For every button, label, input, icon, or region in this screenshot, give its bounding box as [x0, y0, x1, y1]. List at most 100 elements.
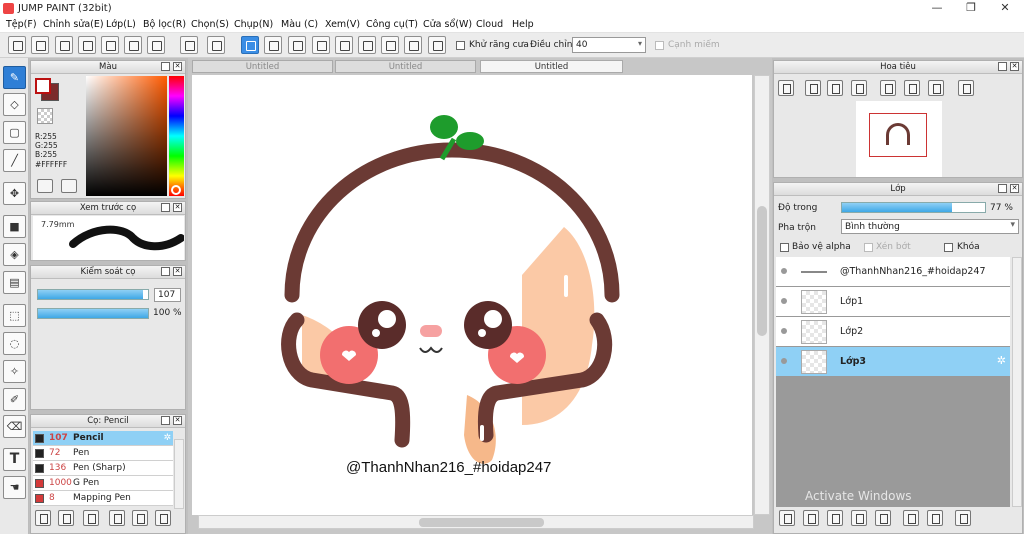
- close-button[interactable]: ✕: [988, 0, 1022, 17]
- menu-cloud[interactable]: Cloud: [476, 19, 503, 30]
- hatch-icon[interactable]: [264, 36, 282, 54]
- merge-layer-icon[interactable]: [927, 510, 943, 526]
- menu-file[interactable]: Tệp(F): [6, 19, 37, 30]
- palette-edit-icon[interactable]: [61, 179, 77, 193]
- grid-icon[interactable]: [147, 36, 165, 54]
- reset-view-icon[interactable]: [904, 80, 920, 96]
- concentric-icon[interactable]: [358, 36, 376, 54]
- hue-slider[interactable]: [169, 76, 184, 196]
- dock-icon[interactable]: [998, 62, 1007, 71]
- close-icon[interactable]: ✕: [1010, 184, 1019, 193]
- maximize-button[interactable]: ❐: [954, 0, 988, 17]
- tab-untitled-3[interactable]: Untitled: [480, 60, 623, 73]
- chat-icon[interactable]: [55, 36, 73, 54]
- zoom-plus-icon[interactable]: [805, 80, 821, 96]
- brush-item-pencil[interactable]: 107 Pencil ✲: [33, 431, 173, 446]
- dock-icon[interactable]: [161, 203, 170, 212]
- layer-row-lop2[interactable]: Lớp2: [776, 317, 1010, 347]
- rotate-right-icon[interactable]: [928, 80, 944, 96]
- dock-icon[interactable]: [161, 267, 170, 276]
- antialias-checkbox[interactable]: [456, 41, 465, 50]
- menu-layer[interactable]: Lớp(L): [106, 19, 136, 30]
- menu-window[interactable]: Cửa sổ(W): [423, 19, 472, 30]
- magic-wand-tool-icon[interactable]: ✧: [3, 360, 26, 383]
- vertical-scrollbar[interactable]: [754, 75, 770, 515]
- navigator-preview[interactable]: [856, 101, 942, 177]
- new-vector-layer-icon[interactable]: [827, 510, 843, 526]
- page-icon[interactable]: [124, 36, 142, 54]
- move-tool-icon[interactable]: ✥: [3, 182, 26, 205]
- radial-icon[interactable]: [335, 36, 353, 54]
- lock-checkbox[interactable]: [944, 243, 953, 252]
- line-tool-icon[interactable]: ╱: [3, 149, 26, 172]
- brush-folder-icon[interactable]: [132, 510, 148, 526]
- select-pen-tool-icon[interactable]: ✐: [3, 388, 26, 411]
- new-brush-icon[interactable]: [58, 510, 74, 526]
- menu-edit[interactable]: Chỉnh sửa(E): [43, 19, 104, 30]
- zoom-out-icon[interactable]: [851, 80, 867, 96]
- layer-row-watermark[interactable]: @ThanhNhan216_#hoidap247: [776, 257, 1010, 287]
- tab-untitled-2[interactable]: Untitled: [335, 60, 476, 73]
- zoom-in-icon[interactable]: [778, 80, 794, 96]
- alpha-protect-checkbox[interactable]: [780, 243, 789, 252]
- menu-filter[interactable]: Bộ lọc(R): [143, 19, 186, 30]
- circle-icon[interactable]: [404, 36, 422, 54]
- brush-item-mapping-pen[interactable]: 8 Mapping Pen: [33, 491, 173, 506]
- layer-folder-icon[interactable]: [875, 510, 891, 526]
- blend-mode-dropdown[interactable]: Bình thường ▾: [841, 219, 1019, 234]
- palette-icon[interactable]: [37, 179, 53, 193]
- undo-icon[interactable]: [180, 36, 198, 54]
- edge-checkbox[interactable]: [655, 41, 664, 50]
- duplicate-layer-icon[interactable]: [903, 510, 919, 526]
- menu-tools[interactable]: Công cụ(T): [366, 19, 418, 30]
- close-icon[interactable]: ✕: [173, 416, 182, 425]
- rectangle-tool-icon[interactable]: ▢: [3, 121, 26, 144]
- saturation-value-picker[interactable]: [86, 76, 167, 196]
- drawing-canvas[interactable]: @ThanhNhan216_#hoidap247: [192, 75, 752, 515]
- close-icon[interactable]: ✕: [173, 267, 182, 276]
- layer-opacity-slider[interactable]: [841, 202, 986, 213]
- lasso-tool-icon[interactable]: ◌: [3, 332, 26, 355]
- checker-icon[interactable]: [288, 36, 306, 54]
- transparent-color-swatch[interactable]: [37, 108, 53, 124]
- eye-icon[interactable]: [781, 328, 787, 334]
- menu-view[interactable]: Xem(V): [325, 19, 360, 30]
- gear-icon[interactable]: ✲: [997, 354, 1006, 367]
- flip-icon[interactable]: [958, 80, 974, 96]
- horizontal-scrollbar[interactable]: [198, 515, 754, 529]
- brush-list-scrollbar[interactable]: [174, 439, 184, 509]
- new-layer-icon[interactable]: [779, 510, 795, 526]
- eye-icon[interactable]: [781, 358, 787, 364]
- fill-rect-tool-icon[interactable]: ■: [3, 215, 26, 238]
- layer-effect-icon[interactable]: [851, 510, 867, 526]
- copy-brush-icon[interactable]: [109, 510, 125, 526]
- layer-list-scrollbar[interactable]: [1012, 257, 1022, 507]
- menu-color[interactable]: Màu (C): [281, 19, 318, 30]
- menu-help[interactable]: Help: [512, 19, 534, 30]
- brush-tool-icon[interactable]: ✎: [3, 66, 26, 89]
- select-eraser-tool-icon[interactable]: ⌫: [3, 415, 26, 438]
- close-icon[interactable]: ✕: [1010, 62, 1019, 71]
- dock-icon[interactable]: [998, 184, 1007, 193]
- selection-tool-icon[interactable]: [241, 36, 259, 54]
- close-icon[interactable]: ✕: [173, 62, 182, 71]
- foreground-color-swatch[interactable]: [35, 78, 51, 94]
- clip-checkbox[interactable]: [864, 243, 873, 252]
- hue-handle[interactable]: [171, 185, 181, 195]
- rotate-left-icon[interactable]: [880, 80, 896, 96]
- brush-menu-icon[interactable]: [83, 510, 99, 526]
- layer-row-lop1[interactable]: Lớp1: [776, 287, 1010, 317]
- brush-item-pen[interactable]: 72 Pen: [33, 446, 173, 461]
- add-brush-icon[interactable]: [35, 510, 51, 526]
- delete-layer-icon[interactable]: [955, 510, 971, 526]
- delete-brush-icon[interactable]: [155, 510, 171, 526]
- document-icon[interactable]: [101, 36, 119, 54]
- gear-icon[interactable]: [428, 36, 446, 54]
- menu-select[interactable]: Chọn(S): [191, 19, 229, 30]
- new-raster-layer-icon[interactable]: [803, 510, 819, 526]
- text-tool-icon[interactable]: T: [3, 448, 26, 471]
- adjust-dropdown[interactable]: 40 ▾: [572, 37, 646, 53]
- vertical-scroll-thumb[interactable]: [757, 206, 767, 336]
- brush-item-pen-sharp[interactable]: 136 Pen (Sharp): [33, 461, 173, 476]
- minimize-button[interactable]: —: [920, 0, 954, 17]
